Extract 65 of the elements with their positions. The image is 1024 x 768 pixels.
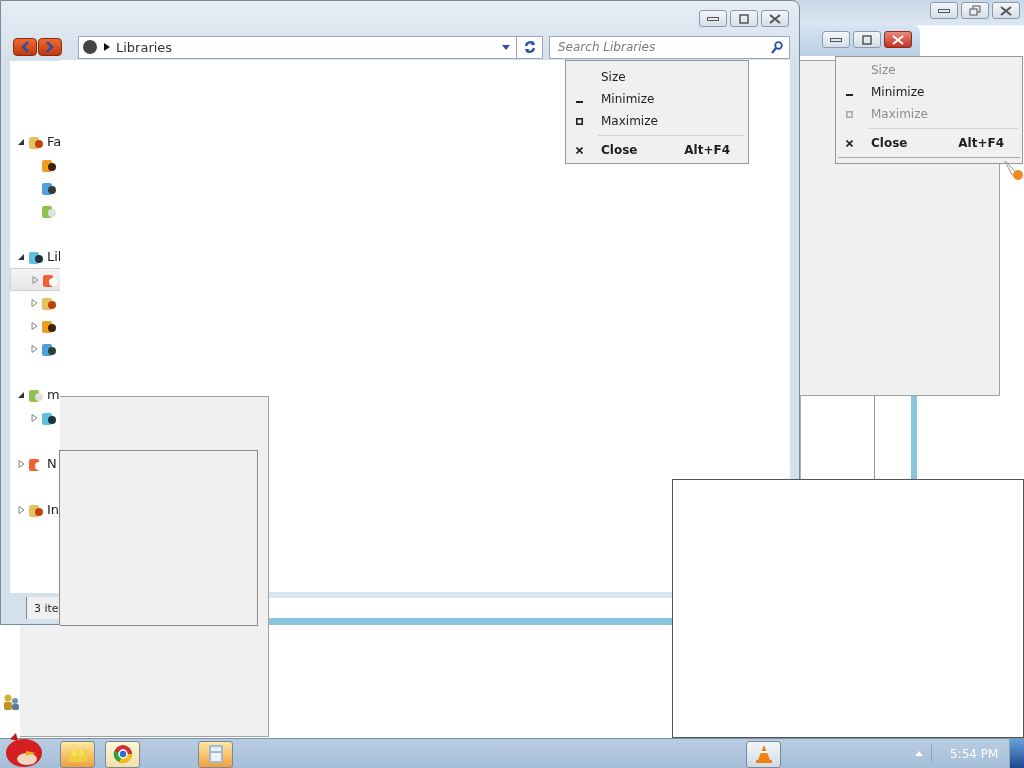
collapsed-icon[interactable] <box>31 321 38 330</box>
taskbar-button[interactable] <box>60 740 95 768</box>
menu-item[interactable]: Size <box>568 66 746 88</box>
arrow-icon <box>104 43 110 51</box>
expanded-icon[interactable] <box>18 390 25 399</box>
restore-icon <box>969 5 981 16</box>
maximize-button[interactable] <box>730 10 758 27</box>
menu-item[interactable]: Close Alt+F4 <box>568 139 746 161</box>
address-bar[interactable]: Libraries <box>78 35 517 59</box>
close-icon <box>769 13 781 24</box>
collapsed-icon[interactable] <box>18 459 25 468</box>
search-icon[interactable] <box>771 40 783 54</box>
dropdown-icon[interactable] <box>502 44 510 50</box>
tree-item[interactable]: In <box>10 498 62 521</box>
tree-item[interactable]: Lil <box>10 245 62 268</box>
maximize-icon <box>862 34 872 45</box>
maximize-icon <box>846 110 853 118</box>
up-arrow-icon <box>915 751 923 756</box>
minimize-button[interactable] <box>699 10 727 27</box>
status-text: 3 ite <box>34 601 59 615</box>
collapsed-icon[interactable] <box>32 275 39 284</box>
minimize-icon <box>938 8 950 13</box>
maximize-icon <box>739 13 749 24</box>
restore-button[interactable] <box>961 2 989 19</box>
menu-item[interactable]: Maximize <box>568 110 746 132</box>
collapsed-icon[interactable] <box>31 298 38 307</box>
close-icon <box>846 139 853 147</box>
close-icon <box>892 34 904 45</box>
taskbar-button[interactable] <box>746 740 781 768</box>
minimize-icon <box>846 94 853 96</box>
maximize-button[interactable] <box>853 31 881 48</box>
people-icon[interactable] <box>2 693 20 711</box>
back-button[interactable] <box>13 38 37 56</box>
expanded-icon[interactable] <box>18 252 25 261</box>
taskbar-button[interactable] <box>198 740 233 768</box>
expanded-icon[interactable] <box>18 137 25 146</box>
minimize-button[interactable] <box>930 2 958 19</box>
tree-item[interactable]: m <box>10 383 62 406</box>
forward-button[interactable] <box>38 38 62 56</box>
tree-item[interactable]: N <box>10 452 62 475</box>
menu-item[interactable]: Close Alt+F4 <box>838 132 1020 154</box>
close-icon <box>576 146 583 154</box>
close-icon <box>1000 5 1012 16</box>
menu-item[interactable]: Minimize <box>568 88 746 110</box>
minimize-button[interactable] <box>822 31 850 48</box>
taskbar-button[interactable] <box>105 740 140 768</box>
collapsed-icon[interactable] <box>18 505 25 514</box>
show-hidden-icons-button[interactable] <box>915 744 932 763</box>
close-button[interactable] <box>884 31 912 48</box>
refresh-icon <box>522 40 537 54</box>
minimize-icon <box>707 16 719 21</box>
minimize-icon <box>576 101 583 103</box>
minimize-icon <box>830 37 842 42</box>
menu-item[interactable]: Minimize <box>838 81 1020 103</box>
circle-icon <box>82 39 98 55</box>
address-text: Libraries <box>116 39 174 55</box>
show-desktop-button[interactable] <box>1009 739 1024 768</box>
close-button[interactable] <box>761 10 789 27</box>
refresh-button[interactable] <box>517 35 543 59</box>
maximize-icon <box>576 117 583 125</box>
tree-item[interactable]: Fa <box>10 130 62 153</box>
search-field[interactable]: Search Libraries <box>549 35 790 59</box>
collapsed-icon[interactable] <box>31 344 38 353</box>
collapsed-icon[interactable] <box>31 413 38 422</box>
close-button[interactable] <box>992 2 1020 19</box>
